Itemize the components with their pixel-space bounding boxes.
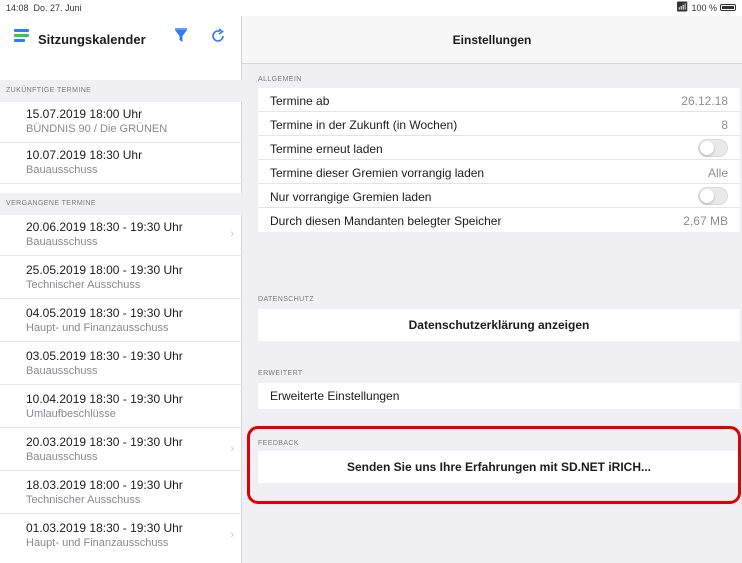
item-subtitle: Bauausschuss	[26, 451, 98, 463]
row-priority-gremien[interactable]: Termine dieser Gremien vorrangig laden A…	[258, 160, 740, 184]
row-label: Termine ab	[270, 94, 330, 108]
item-subtitle: Bauausschuss	[26, 236, 98, 248]
item-date: 10.04.2019 18:30 - 19:30 Uhr	[26, 392, 183, 406]
item-subtitle: Bauausschuss	[26, 365, 98, 377]
section-header-label: ZUKÜNFTIGE TERMINE	[6, 87, 92, 94]
section-header-past: VERGANGENE TERMINE	[0, 193, 242, 215]
item-subtitle: Bauausschuss	[26, 164, 98, 176]
section-header-datenschutz: DATENSCHUTZ	[258, 296, 314, 303]
list-item[interactable]: 03.05.2019 18:30 - 19:30 Uhr Bauausschus…	[0, 344, 242, 385]
row-reload: Termine erneut laden	[258, 136, 740, 160]
sidebar: Sitzungskalender ZUKÜNFTIGE TERMINE 15.0…	[0, 0, 242, 563]
privacy-policy-button[interactable]: Datenschutzerklärung anzeigen	[258, 309, 740, 341]
item-date: 15.07.2019 18:00 Uhr	[26, 107, 143, 121]
item-subtitle: Umlaufbeschlüsse	[26, 408, 116, 420]
advanced-settings-row[interactable]: Erweiterte Einstellungen	[258, 383, 740, 409]
chevron-right-icon: ›	[230, 228, 234, 240]
battery-icon	[720, 4, 736, 11]
sidebar-header: Sitzungskalender	[0, 16, 242, 64]
page-title: Einstellungen	[452, 33, 532, 47]
item-subtitle: Haupt- und Finanzausschuss	[26, 322, 169, 334]
list-item[interactable]: 04.05.2019 18:30 - 19:30 Uhr Haupt- und …	[0, 301, 242, 342]
item-date: 01.03.2019 18:30 - 19:30 Uhr	[26, 521, 183, 535]
status-bar: 14:08 Do. 27. Juni 📶︎ 100 %	[0, 0, 742, 16]
button-label: Datenschutzerklärung anzeigen	[408, 318, 590, 332]
list-item[interactable]: 20.06.2019 18:30 - 19:30 Uhr Bauausschus…	[0, 215, 242, 256]
only-priority-toggle[interactable]	[698, 187, 728, 205]
row-storage: Durch diesen Mandanten belegter Speicher…	[258, 208, 740, 232]
filter-icon[interactable]	[174, 28, 188, 44]
list-item[interactable]: 15.07.2019 18:00 Uhr BÜNDNIS 90 / Die GR…	[0, 102, 242, 143]
row-label: Nur vorrangige Gremien laden	[270, 190, 432, 204]
row-label: Termine dieser Gremien vorrangig laden	[270, 166, 485, 180]
chevron-right-icon: ›	[230, 529, 234, 541]
row-label: Termine erneut laden	[270, 142, 383, 156]
list-item[interactable]: 20.03.2019 18:30 - 19:30 Uhr Bauausschus…	[0, 430, 242, 471]
row-value: 8	[721, 118, 728, 132]
item-date: 25.05.2019 18:00 - 19:30 Uhr	[26, 263, 183, 277]
list-item[interactable]: 18.03.2019 18:00 - 19:30 Uhr Technischer…	[0, 473, 242, 514]
row-weeks-future[interactable]: Termine in der Zukunft (in Wochen) 8	[258, 112, 740, 136]
row-label: Termine in der Zukunft (in Wochen)	[270, 118, 458, 132]
battery-percent: 100 %	[691, 2, 717, 13]
section-header-future: ZUKÜNFTIGE TERMINE	[0, 80, 242, 102]
item-date: 04.05.2019 18:30 - 19:30 Uhr	[26, 306, 183, 320]
item-date: 10.07.2019 18:30 Uhr	[26, 148, 143, 162]
item-date: 20.06.2019 18:30 - 19:30 Uhr	[26, 220, 183, 234]
status-clock: 14:08	[6, 3, 29, 13]
chevron-right-icon: ›	[230, 443, 234, 455]
advanced-group: Erweiterte Einstellungen	[258, 383, 740, 409]
list-item[interactable]: 25.05.2019 18:00 - 19:30 Uhr Technischer…	[0, 258, 242, 299]
row-termine-ab[interactable]: Termine ab 26.12.18	[258, 88, 740, 112]
row-label: Durch diesen Mandanten belegter Speicher	[270, 214, 502, 228]
list-item[interactable]: 01.03.2019 18:30 - 19:30 Uhr Haupt- und …	[0, 516, 242, 557]
item-subtitle: BÜNDNIS 90 / Die GRÜNEN	[26, 123, 168, 135]
item-subtitle: Haupt- und Finanzausschuss	[26, 537, 169, 549]
row-label: Erweiterte Einstellungen	[270, 389, 400, 403]
list-item[interactable]: 10.07.2019 18:30 Uhr Bauausschuss	[0, 143, 242, 184]
sidebar-title: Sitzungskalender	[38, 32, 146, 47]
row-value: Alle	[707, 166, 728, 180]
section-header-allgemein: ALLGEMEIN	[258, 76, 302, 83]
status-date: Do. 27. Juni	[33, 3, 82, 13]
status-time: 14:08 Do. 27. Juni	[6, 3, 82, 13]
row-value: 2,67 MB	[683, 214, 728, 228]
privacy-group: Datenschutzerklärung anzeigen	[258, 309, 740, 341]
status-indicators: 📶︎ 100 %	[676, 2, 736, 13]
row-value: 26.12.18	[681, 94, 728, 108]
item-subtitle: Technischer Ausschuss	[26, 494, 141, 506]
menu-icon[interactable]	[14, 29, 29, 42]
section-header-erweitert: ERWEITERT	[258, 370, 303, 377]
reload-toggle[interactable]	[698, 139, 728, 157]
item-date: 03.05.2019 18:30 - 19:30 Uhr	[26, 349, 183, 363]
nav-bar: Einstellungen	[242, 16, 742, 64]
refresh-icon[interactable]	[210, 28, 226, 44]
wifi-icon: 📶︎	[675, 2, 689, 13]
item-subtitle: Technischer Ausschuss	[26, 279, 141, 291]
row-only-priority: Nur vorrangige Gremien laden	[258, 184, 740, 208]
item-date: 20.03.2019 18:30 - 19:30 Uhr	[26, 435, 183, 449]
section-header-label: VERGANGENE TERMINE	[6, 200, 96, 207]
list-item[interactable]: 10.04.2019 18:30 - 19:30 Uhr Umlaufbesch…	[0, 387, 242, 428]
highlight-frame	[247, 426, 741, 504]
item-date: 18.03.2019 18:00 - 19:30 Uhr	[26, 478, 183, 492]
general-settings-group: Termine ab 26.12.18 Termine in der Zukun…	[258, 88, 740, 232]
